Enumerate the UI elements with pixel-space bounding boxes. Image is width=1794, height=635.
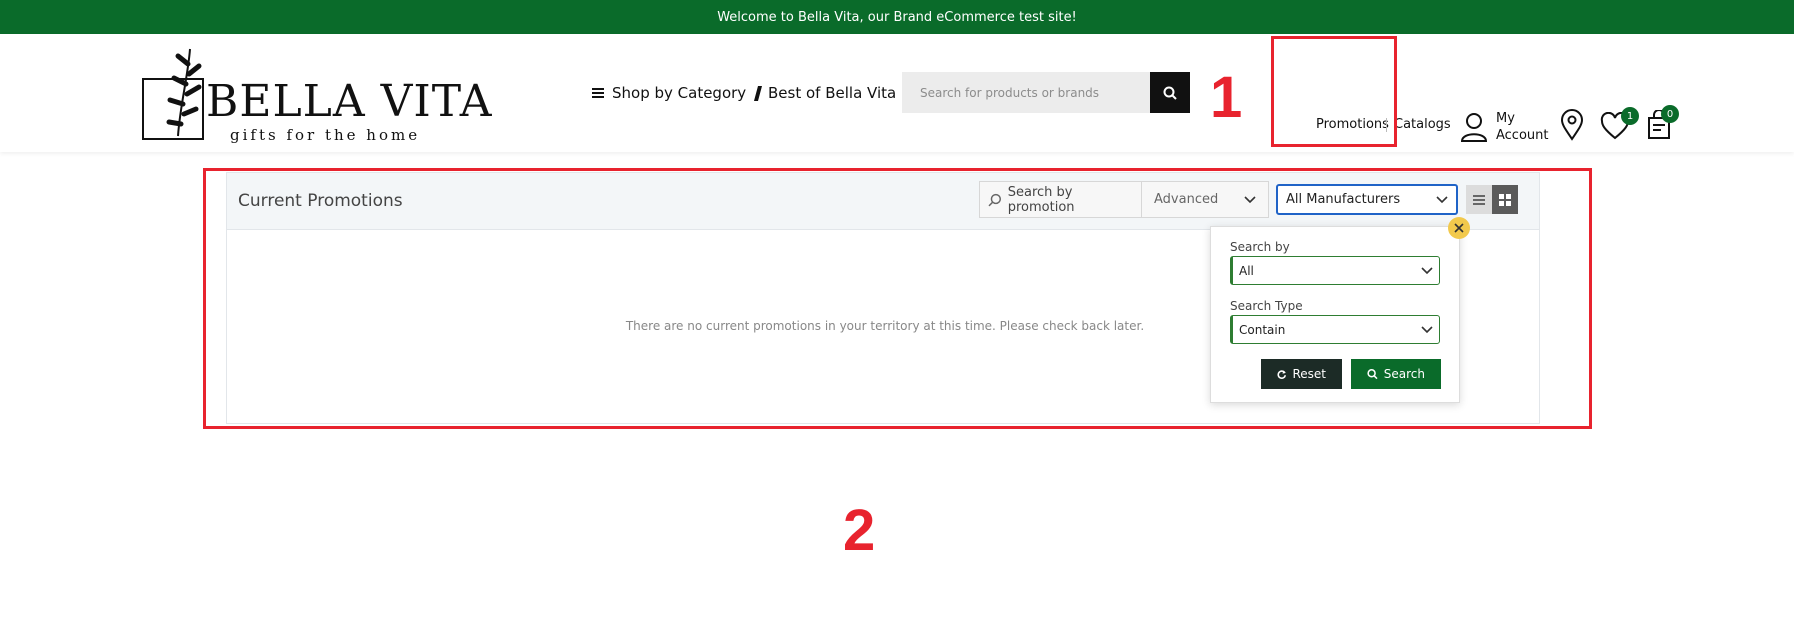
welcome-message: Welcome to Bella Vita, our Brand eCommer… [717, 9, 1077, 25]
shop-by-category-label: Shop by Category [612, 84, 747, 102]
my-account-link[interactable]: My Account [1460, 110, 1549, 144]
logo-tagline: gifts for the home [230, 126, 421, 144]
shop-by-category-menu[interactable]: Shop by Category [592, 84, 746, 102]
cart-count-badge: 0 [1661, 105, 1679, 123]
search-input[interactable] [902, 72, 1150, 113]
annotation-number-1: 1 [1210, 65, 1243, 130]
menu-icon [592, 88, 604, 98]
search-icon [1163, 86, 1177, 100]
map-pin-icon[interactable] [1560, 109, 1584, 141]
best-of-label: Best of Bella Vita [768, 84, 897, 102]
annotation-box-2 [203, 168, 1592, 429]
site-header: BELLA VITA gifts for the home Shop by Ca… [0, 34, 1794, 152]
wishlist-count-badge: 1 [1621, 107, 1639, 125]
account-line-2: Account [1496, 128, 1549, 143]
site-search [902, 72, 1190, 113]
logo[interactable]: BELLA VITA gifts for the home [140, 46, 492, 146]
best-of-link[interactable]: Best of Bella Vita [753, 84, 897, 102]
catalogs-link[interactable]: Catalogs [1394, 117, 1451, 132]
user-icon [1460, 113, 1488, 142]
my-account-label: My Account [1496, 110, 1549, 144]
logo-frame [142, 78, 204, 140]
annotation-number-2: 2 [843, 498, 876, 563]
search-button[interactable] [1150, 72, 1190, 113]
annotation-box-1 [1271, 36, 1397, 147]
welcome-bar: Welcome to Bella Vita, our Brand eCommer… [0, 0, 1794, 34]
logo-name: BELLA VITA [206, 76, 493, 127]
account-line-1: My [1496, 111, 1515, 126]
slash-icon [753, 85, 763, 101]
